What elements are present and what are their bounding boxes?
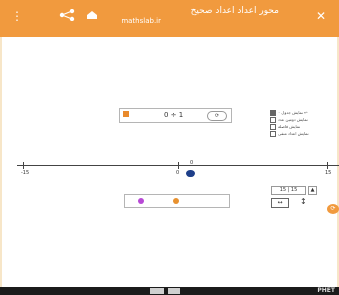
options-legend: نمایش جدول ۰ ↩ نمایش دومین عدد نمایش فاص… [270,109,332,137]
axis-min-label: -15 [21,170,30,176]
flag-icon [123,111,129,117]
thumbnail-icon [150,288,164,294]
bottom-bar: PHET [0,287,339,295]
vertical-arrows-icon[interactable]: ↕ [300,197,307,207]
ball-tray [124,194,230,208]
checkbox[interactable] [270,131,276,137]
refresh-icon[interactable]: ⟳ [327,204,339,214]
step-up-button[interactable]: ▲ [308,186,317,195]
axis-tick-min [23,162,24,169]
page-title: محور اعداد اعداد صحیح [190,6,279,16]
phet-logo: PHET [317,287,335,294]
orange-ball[interactable] [173,198,179,204]
expression-panel: 0 ÷ 1 ⟳ [119,108,232,123]
axis-zero-label: 0 [176,170,180,176]
option-row[interactable]: نمایش فاصله [270,123,332,130]
marker-value-label: 0 [190,160,194,166]
option-label: نمایش دومین عدد [278,117,308,122]
axis-tick-max [327,162,328,169]
frame-left-edge [0,37,2,287]
purple-ball[interactable] [138,198,144,204]
option-row[interactable]: نمایش دومین عدد [270,116,332,123]
reset-toggle[interactable]: ⟳ [207,111,227,121]
horizontal-arrows-button[interactable]: ↔ [271,198,289,208]
option-label: نمایش فاصله [278,124,301,129]
thumbnail-icon [168,288,180,294]
option-label: نمایش جدول ۰ ↩ [278,110,308,115]
option-row[interactable]: نمایش جدول ۰ ↩ [270,109,332,116]
app-header: ⋮ محور اعداد اعداد صحیح mathslab.ir ✕ [0,0,339,37]
option-row[interactable]: نمایش اعداد منفی [270,130,332,137]
axis-max-label: 15 [325,170,332,176]
site-url[interactable]: mathslab.ir [121,17,161,26]
option-label: نمایش اعداد منفی [278,131,309,136]
expression-display: 0 ÷ 1 [164,111,184,119]
share-icon[interactable] [59,8,75,24]
axis-tick-zero [178,162,179,169]
home-icon[interactable] [86,9,98,23]
range-display[interactable]: 15 | 15 [271,186,306,195]
dots-vertical-icon[interactable]: ⋮ [11,9,23,23]
close-icon[interactable]: ✕ [316,9,326,23]
point-marker[interactable] [186,170,195,177]
